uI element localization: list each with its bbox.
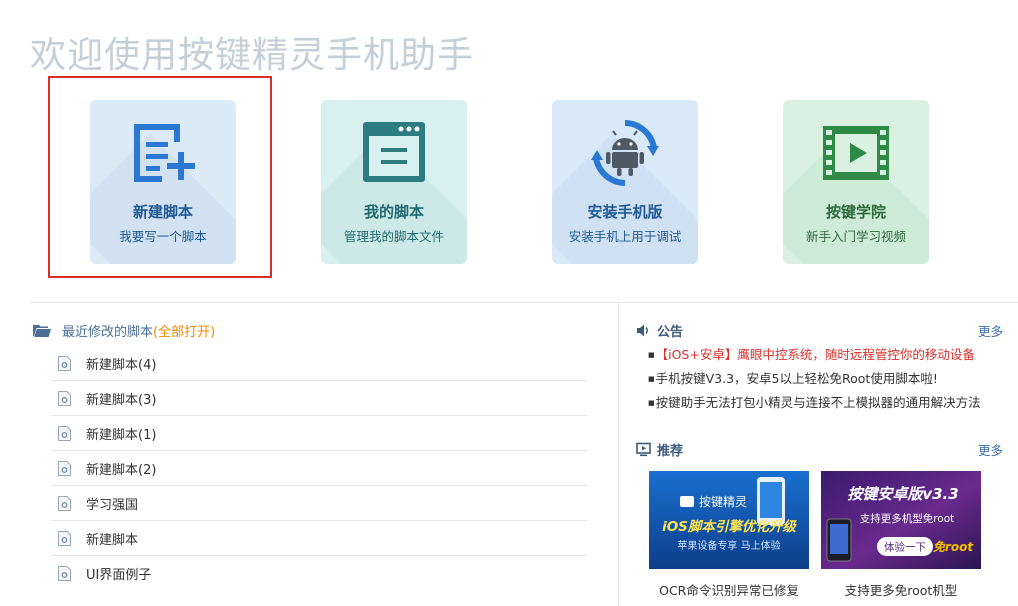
- script-file-icon: [58, 495, 71, 511]
- banner-subtitle: 苹果设备专享 马上体验: [677, 539, 780, 552]
- banner-subtitle: 支持更多机型免root: [860, 512, 955, 525]
- recent-script-name: 新建脚本(3): [86, 392, 157, 408]
- script-file-icon: [58, 390, 71, 406]
- notice-more-link[interactable]: 更多: [978, 321, 1003, 340]
- open-all-link[interactable]: (全部打开): [153, 321, 215, 340]
- speaker-icon: [637, 324, 648, 336]
- recent-script-name: 新建脚本(2): [86, 462, 157, 478]
- script-file-icon: [58, 566, 71, 581]
- recent-script-name: 新建脚本(4): [86, 357, 157, 373]
- banner-title: iOS脚本引擎优化升级: [662, 519, 797, 535]
- android-v33-banner: 按键安卓版v3.3 支持更多机型免root 体验一下 免root: [821, 471, 981, 569]
- divider: [618, 303, 619, 606]
- notice-label: 公告: [657, 324, 684, 340]
- recommend-caption: 支持更多免root机型: [844, 583, 958, 598]
- notice-item[interactable]: 手机按键V3.3，安卓5以上轻松免Root使用脚本啦!: [648, 369, 981, 393]
- card-subtitle: 安装手机上用于调试: [568, 229, 682, 244]
- recent-scripts-header: 最近修改的脚本 (全部打开): [33, 321, 215, 340]
- script-file-icon: [58, 355, 71, 371]
- android-sync-icon: [591, 120, 659, 186]
- card-my-scripts[interactable]: 我的脚本 管理我的脚本文件: [321, 100, 467, 264]
- card-title: 安装手机版: [587, 203, 663, 221]
- folder-open-icon: [33, 325, 51, 337]
- notice-item[interactable]: 按键助手无法打包小精灵与连接不上模拟器的通用解决方法: [648, 393, 981, 417]
- script-file-icon: [58, 460, 71, 476]
- selection-highlight: [48, 76, 272, 278]
- recommend-item[interactable]: 按键精灵 iOS脚本引擎优化升级 苹果设备专享 马上体验 OCR命令识别异常已修…: [649, 471, 809, 598]
- recommend-more-link[interactable]: 更多: [978, 440, 1003, 459]
- my-scripts-icon: [363, 122, 425, 182]
- recent-scripts-list: 新建脚本(4) 新建脚本(3) 新建脚本(1) 新建脚本(2) 学习强国新建脚本 UI界面…: [52, 346, 587, 591]
- banner-title: 按键安卓版v3.3: [847, 485, 958, 503]
- card-title: 按键学院: [825, 203, 886, 221]
- divider: [30, 302, 1018, 303]
- banner-tag: 免root: [933, 540, 974, 554]
- recent-script-item[interactable]: 学习强国: [52, 486, 587, 521]
- recent-script-item[interactable]: 新建脚本(2): [52, 451, 587, 486]
- notice-item[interactable]: 【iOS+安卓】鹰眼中控系统，随时远程管控你的移动设备: [648, 345, 981, 369]
- recent-script-name: UI界面例子: [86, 568, 152, 583]
- recent-scripts-label: 最近修改的脚本: [62, 325, 154, 340]
- recommend-item[interactable]: 按键安卓版v3.3 支持更多机型免root 体验一下 免root 支持更多免ro…: [821, 471, 981, 598]
- recent-script-item[interactable]: 新建脚本(1): [52, 416, 587, 451]
- recent-script-item[interactable]: 新建脚本(3): [52, 381, 587, 416]
- recent-script-item[interactable]: 新建脚本(4): [52, 346, 587, 381]
- page-title: 欢迎使用按键精灵手机助手: [30, 35, 475, 76]
- card-subtitle: 新手入门学习视频: [805, 229, 906, 244]
- recent-script-name: 新建脚本: [86, 532, 139, 548]
- recommend-label: 推荐: [657, 443, 684, 459]
- banner-brand: 按键精灵: [699, 495, 747, 509]
- script-file-icon: [58, 425, 71, 441]
- recent-script-name: 新建脚本(1): [86, 427, 157, 443]
- banner-button: 体验一下: [884, 541, 926, 554]
- recent-script-item[interactable]: UI界面例子: [52, 556, 587, 591]
- ios-engine-banner: 按键精灵 iOS脚本引擎优化升级 苹果设备专享 马上体验: [649, 471, 809, 569]
- video-film-icon: [823, 126, 889, 180]
- card-subtitle: 管理我的脚本文件: [343, 229, 444, 244]
- recommend-header: 推荐 更多: [636, 439, 1003, 459]
- notice-header: 公告 更多: [636, 320, 1003, 340]
- recommend-caption: OCR命令识别异常已修复: [659, 583, 799, 598]
- script-file-icon: [58, 530, 71, 546]
- recent-script-name: 学习强国: [86, 497, 139, 513]
- recent-script-item[interactable]: 新建脚本: [52, 521, 587, 556]
- card-academy[interactable]: 按键学院 新手入门学习视频: [783, 100, 929, 264]
- card-title: 我的脚本: [363, 203, 424, 221]
- card-install-mobile[interactable]: 安装手机版 安装手机上用于调试: [552, 100, 698, 264]
- monitor-play-icon: [636, 442, 651, 456]
- notice-list: 【iOS+安卓】鹰眼中控系统，随时远程管控你的移动设备 手机按键V3.3，安卓5…: [648, 345, 981, 417]
